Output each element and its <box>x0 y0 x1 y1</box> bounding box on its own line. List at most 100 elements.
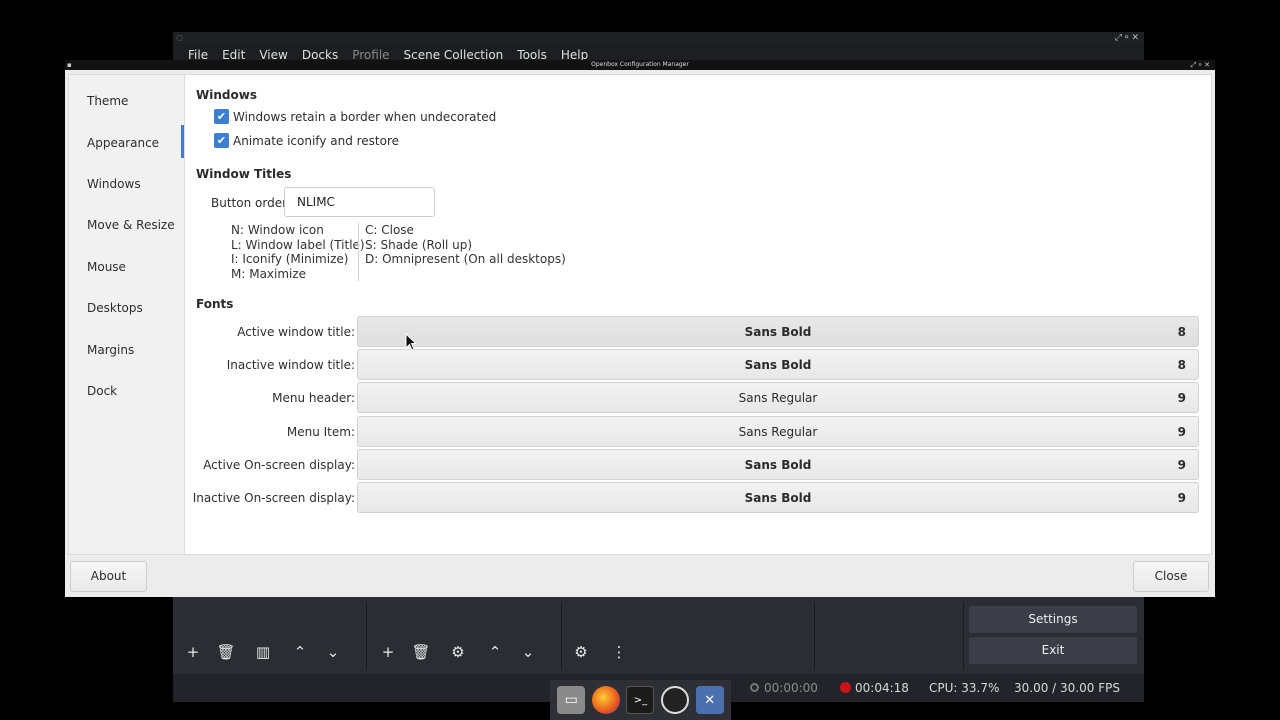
stream-status: 00:00:00 <box>750 681 818 695</box>
inactive-window-title-label: Inactive window title: <box>226 358 355 372</box>
file-manager-icon[interactable]: ▭ <box>557 686 586 714</box>
legend-divider <box>358 223 359 281</box>
sidebar: Theme Appearance Windows Move & Resize M… <box>69 75 185 554</box>
audio-mixer-dock: ⚙ ⋮ <box>563 602 815 670</box>
obconf-title: Openbox Configuration Manager <box>591 61 689 68</box>
inactive-osd-font-button[interactable]: Sans Bold 9 <box>357 482 1199 513</box>
audio-settings-icon[interactable]: ⚙ <box>569 640 593 664</box>
button-order-label: Button order: <box>211 196 291 210</box>
section-window-titles: Window Titles <box>196 167 292 181</box>
section-fonts: Fonts <box>196 297 234 311</box>
font-size: 8 <box>1177 358 1186 372</box>
window-controls[interactable]: ⤢⚬✕ <box>1115 32 1140 44</box>
stream-icon <box>750 683 759 692</box>
retain-border-row[interactable]: ✔ Windows retain a border when undecorat… <box>214 109 496 124</box>
exit-button[interactable]: Exit <box>969 637 1137 664</box>
sidebar-item-mouse[interactable]: Mouse <box>87 260 126 274</box>
obs-docks: + 🗑 ▥ ⌃ ⌄ + 🗑 ⚙ ⌃ ⌄ ⚙ ⋮ Settings Exit <box>173 602 1144 670</box>
scenes-dock: + 🗑 ▥ ⌃ ⌄ <box>173 602 367 670</box>
settings-button[interactable]: Settings <box>969 606 1137 633</box>
sidebar-item-desktops[interactable]: Desktops <box>87 301 143 315</box>
font-name: Sans Bold <box>744 458 812 472</box>
font-size: 9 <box>1177 391 1186 405</box>
active-window-title-label: Active window title: <box>237 325 355 339</box>
source-properties-icon[interactable]: ⚙ <box>446 640 470 664</box>
inactive-window-title-font-button[interactable]: Sans Bold 8 <box>357 349 1199 380</box>
font-name: Sans Regular <box>738 391 818 405</box>
section-windows: Windows <box>196 88 257 102</box>
remove-source-icon[interactable]: 🗑 <box>409 640 433 664</box>
mouse-cursor-icon <box>405 333 417 351</box>
legend-item: I: Iconify (Minimize) <box>231 252 349 266</box>
move-scene-down-icon[interactable]: ⌄ <box>321 640 345 664</box>
window-menu-icon[interactable]: ◌ <box>176 32 183 44</box>
button-legend-left: N: Window icon L: Window label (Title) I… <box>231 223 365 281</box>
rec-time: 00:04:18 <box>855 681 909 695</box>
button-legend-right: C: Close S: Shade (Roll up) D: Omniprese… <box>365 223 566 267</box>
close-button[interactable]: Close <box>1133 561 1209 592</box>
retain-border-label: Windows retain a border when undecorated <box>233 109 497 124</box>
remove-scene-icon[interactable]: 🗑 <box>214 640 238 664</box>
terminal-icon[interactable]: >_ <box>626 686 655 714</box>
add-scene-icon[interactable]: + <box>181 640 205 664</box>
active-window-title-font-button[interactable]: Sans Bold 8 <box>357 316 1199 347</box>
legend-item: N: Window icon <box>231 223 324 237</box>
font-name: Sans Bold <box>744 325 812 339</box>
font-name: Sans Regular <box>738 425 818 439</box>
legend-item: L: Window label (Title) <box>231 237 365 252</box>
fps-readout: 30.00 / 30.00 FPS <box>1014 681 1120 695</box>
active-indicator <box>181 125 184 158</box>
sidebar-item-theme[interactable]: Theme <box>87 94 128 108</box>
window-controls[interactable]: ⤢⚬✕ <box>1191 60 1211 70</box>
font-size: 9 <box>1177 491 1186 505</box>
menu-header-label: Menu header: <box>272 391 355 405</box>
scene-filter-icon[interactable]: ▥ <box>251 640 275 664</box>
menu-header-font-button[interactable]: Sans Regular 9 <box>357 382 1199 413</box>
obconf-titlebar: ▪ Openbox Configuration Manager ⤢⚬✕ <box>65 60 1215 70</box>
obconf-window: ▪ Openbox Configuration Manager ⤢⚬✕ Them… <box>65 60 1215 597</box>
cpu-usage: CPU: 33.7% <box>929 681 1000 695</box>
stream-time: 00:00:00 <box>764 681 818 695</box>
transitions-dock <box>816 602 964 670</box>
legend-item: M: Maximize <box>231 266 307 281</box>
font-size: 9 <box>1177 458 1186 472</box>
sidebar-item-windows[interactable]: Windows <box>87 177 141 191</box>
sidebar-item-appearance[interactable]: Appearance <box>87 136 159 150</box>
sidebar-item-margins[interactable]: Margins <box>87 343 134 357</box>
move-source-up-icon[interactable]: ⌃ <box>483 640 507 664</box>
font-size: 9 <box>1177 425 1186 439</box>
taskbar: ▭ >_ ✕ <box>550 680 731 720</box>
record-icon <box>840 682 851 693</box>
more-options-icon[interactable]: ⋮ <box>607 640 631 664</box>
animate-row[interactable]: ✔ Animate iconify and restore <box>214 133 399 148</box>
legend-item: S: Shade (Roll up) <box>365 237 473 252</box>
animate-checkbox[interactable]: ✔ <box>214 133 229 148</box>
desktop: ◌ ⤢⚬✕ File Edit View Docks Profile Scene… <box>0 0 1280 720</box>
sources-dock: + 🗑 ⚙ ⌃ ⌄ <box>368 602 562 670</box>
retain-border-checkbox[interactable]: ✔ <box>214 109 229 124</box>
sidebar-item-dock[interactable]: Dock <box>87 384 117 398</box>
active-osd-font-button[interactable]: Sans Bold 9 <box>357 449 1199 480</box>
move-scene-up-icon[interactable]: ⌃ <box>288 640 312 664</box>
sidebar-item-move-resize[interactable]: Move & Resize <box>87 218 175 232</box>
obconf-icon[interactable]: ✕ <box>695 686 724 714</box>
legend-item: D: Omnipresent (On all desktops) <box>365 252 566 266</box>
menu-item-font-button[interactable]: Sans Regular 9 <box>357 416 1199 447</box>
button-order-input[interactable]: NLIMC <box>284 187 435 217</box>
animate-label: Animate iconify and restore <box>233 133 400 148</box>
active-osd-label: Active On-screen display: <box>203 458 355 472</box>
firefox-icon[interactable] <box>591 686 620 714</box>
obs-icon[interactable] <box>661 686 690 714</box>
add-source-icon[interactable]: + <box>376 640 400 664</box>
font-name: Sans Bold <box>744 358 812 372</box>
move-source-down-icon[interactable]: ⌄ <box>516 640 540 664</box>
font-size: 8 <box>1177 325 1186 339</box>
font-name: Sans Bold <box>744 491 812 505</box>
legend-item: C: Close <box>365 223 414 237</box>
about-button[interactable]: About <box>70 561 147 592</box>
obconf-body: Theme Appearance Windows Move & Resize M… <box>68 74 1212 555</box>
inactive-osd-label: Inactive On-screen display: <box>192 491 355 505</box>
rec-status: 00:04:18 <box>840 681 909 695</box>
obs-titlebar: ◌ ⤢⚬✕ <box>173 32 1144 44</box>
menu-item-label: Menu Item: <box>286 425 355 439</box>
